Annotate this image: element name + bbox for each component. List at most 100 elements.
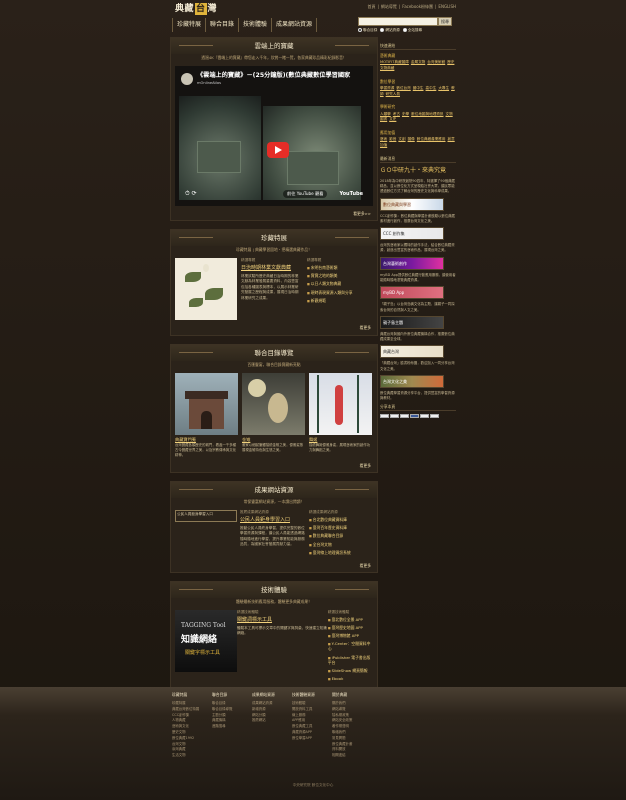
result-list-item[interactable]: 台北數位典藏資料庫 [309, 517, 351, 522]
play-icon[interactable] [267, 142, 289, 159]
catalog-item-title[interactable]: 金雉 [242, 437, 305, 443]
nav-result-resources[interactable]: 成果網站資源 [272, 18, 318, 33]
tech-list-item[interactable]: 臺北數位全景 APP [328, 617, 373, 622]
result-more-link[interactable]: 看更多 [171, 560, 377, 572]
result-list-item[interactable]: 臺灣線上地理資訊系統 [309, 550, 351, 555]
sidebar-link[interactable]: 文創 [398, 137, 405, 141]
sidebar-link[interactable]: 史學 [402, 112, 409, 116]
site-logo[interactable]: 典藏台灣 [175, 3, 217, 16]
share-icon[interactable] [380, 414, 389, 419]
footer-column-heading[interactable]: 技術體驗資源 [292, 692, 331, 697]
toplink-english[interactable]: ENGLISH [438, 4, 456, 9]
sidebar-link[interactable]: 圖像 [408, 137, 415, 141]
footer-link[interactable]: 進階搜尋 [212, 724, 251, 730]
nav-union-catalog[interactable]: 聯合目錄 [206, 18, 240, 33]
promo-banner[interactable]: CCC 創作集 [380, 227, 444, 241]
search-button[interactable]: 搜尋 [438, 17, 452, 26]
toplink-sitemap[interactable]: 網站導覽 [381, 4, 397, 9]
watch-on-youtube-button[interactable]: 前往 YouTube 觀看 [283, 190, 328, 199]
channel-avatar[interactable] [181, 73, 193, 86]
botanical-illustration-image[interactable] [175, 258, 237, 321]
catalog-item-title[interactable]: 典藏寶門蒐 [175, 437, 238, 443]
promo-banner[interactable]: 台灣藝術創作 [380, 256, 444, 270]
catalog-more-link[interactable]: 看更多 [171, 460, 377, 472]
video-title[interactable]: 《雲端上的寶藏》－(25分鐘版)(數位典藏數位學習國家 [197, 72, 373, 80]
footer-column-heading[interactable]: 關於典藏 [332, 692, 371, 697]
toplink-home[interactable]: 首頁 [368, 4, 376, 9]
radio-sites[interactable]: 網站資源 [380, 28, 400, 33]
promo-banner[interactable]: 親子島主題 [380, 315, 444, 329]
video-more-link[interactable]: 看更多>> [171, 208, 377, 220]
sidebar-link[interactable]: 大專生 [438, 86, 449, 90]
feature-item-title[interactable]: 日治時期林業文獻典藏 [241, 265, 301, 272]
sidebar-link[interactable]: 數位典藏產業應用 [417, 137, 446, 141]
plurk-icon[interactable] [430, 414, 439, 419]
tech-list-item[interactable]: Ebook [328, 676, 373, 681]
sidebar-link[interactable]: 數位地圖與地理資訊 [411, 112, 443, 116]
footer-link[interactable]: 相關連結 [332, 753, 371, 759]
footer-link[interactable]: 推薦網站 [252, 718, 291, 724]
footer-link[interactable]: 數位學習APP [292, 736, 331, 742]
feature-list-item[interactable]: 寶寶之地的類美 [307, 273, 371, 278]
radio-catalog[interactable]: 聯合目錄 [358, 28, 377, 33]
result-image-placeholder[interactable]: 公民人員鉅身學習入口 [175, 510, 237, 523]
footer-column-heading[interactable]: 聯合目錄 [212, 692, 251, 697]
email-icon[interactable] [400, 414, 409, 419]
catalog-item-title[interactable]: 舞姬 [309, 437, 372, 443]
search-input[interactable] [358, 17, 438, 26]
promo-banner[interactable]: 數位典藏與學習 [380, 197, 444, 211]
sidebar-link[interactable]: 研究人員 [386, 92, 400, 96]
radio-all[interactable]: 全站搜尋 [402, 28, 422, 33]
promo-banner[interactable]: myBD App [380, 286, 444, 300]
catalog-item: 典藏寶門蒐 台灣寶藏各類歷史的城門，看盡一千多種古今寶藏世界之美，以及宗教傳承與… [175, 372, 238, 458]
sidebar-link[interactable]: MOTIFIT典藏圖庫 [380, 60, 409, 64]
footer-column-heading[interactable]: 珍藏特展 [172, 692, 211, 697]
feature-more-link[interactable]: 看更多 [171, 322, 377, 334]
footer-link[interactable]: 生活文物 [172, 753, 211, 759]
sidebar-link[interactable]: 金屬文物 [411, 60, 425, 64]
sidebar-link[interactable]: 文史 [389, 117, 396, 121]
nav-featured-exhibits[interactable]: 珍藏特展 [173, 18, 207, 33]
tech-item-title[interactable]: 關鍵詞標示工具 [237, 617, 328, 624]
youtube-logo-icon[interactable]: YouTube [339, 191, 363, 198]
feature-list-item[interactable]: 現時表現資源入類與分享 [307, 290, 371, 295]
print-icon[interactable] [390, 414, 399, 419]
footer-column-heading[interactable]: 成果網站資源 [252, 692, 291, 697]
sidebar-link[interactable]: 台灣美術館 [427, 60, 445, 64]
pheasant-painting-image[interactable] [242, 372, 305, 435]
tagging-tool-image[interactable]: TAGGING Tool 知識網絡 關鍵字標示工具 [175, 610, 237, 673]
dancer-painting-image[interactable] [309, 372, 372, 435]
sidebar-link[interactable]: 考古 [393, 112, 400, 116]
gate-tower-image[interactable] [175, 372, 238, 435]
nav-tech-experience[interactable]: 技術體驗 [239, 18, 273, 33]
sidebar-link[interactable]: 數位台灣 [396, 86, 410, 90]
sidebar-link[interactable]: 圖書 [380, 117, 387, 121]
tech-list-item[interactable]: iPublisher 電子書出版平台 [328, 655, 373, 665]
result-list-item[interactable]: 全台灣文物 [309, 542, 351, 547]
facebook-icon[interactable] [410, 414, 419, 419]
result-list-item[interactable]: 臺灣百年歷史資料庫 [309, 525, 351, 530]
sidebar-link[interactable]: 人類學 [380, 112, 391, 116]
toplink-facebook[interactable]: Facebook粉絲團 [402, 4, 433, 9]
tech-list-item[interactable]: Y-Center：空間資料中心 [328, 641, 373, 651]
sidebar-link[interactable]: 高中生 [426, 86, 437, 90]
sidebar-link[interactable]: 藝術 [380, 137, 387, 141]
twitter-icon[interactable] [420, 414, 429, 419]
result-list-item[interactable]: 數位典藏聯合目錄 [309, 533, 351, 538]
clock-icon[interactable]: ⏱ ⟳ [185, 190, 197, 198]
sidebar-link[interactable]: 文物 [446, 112, 453, 116]
tech-list-item[interactable]: SlideShow 網頁簡報 [328, 668, 373, 673]
sidebar-link[interactable]: 影音 [389, 137, 396, 141]
sidebar-link[interactable]: 國中生 [413, 86, 424, 90]
sidebar-link[interactable]: 學習資源 [380, 86, 394, 90]
video-player[interactable]: 《雲端上的寶藏》－(25分鐘版)(數位典藏數位學習國家 mOnlineAtlas… [175, 66, 373, 207]
feature-list-item[interactable]: 宋明台南藝術類 [307, 265, 371, 270]
promo-banner[interactable]: 典藏台灣 [380, 345, 444, 359]
result-item-title[interactable]: 公民人員鉅身學習入口 [240, 517, 306, 524]
feature-list-item[interactable]: 以日人類文物典藏 [307, 281, 371, 286]
anniversary-banner[interactable]: ＧＯ中研九十・來典究竟 [380, 167, 456, 175]
tech-list-item[interactable]: 臺灣歷史地圖 APP [328, 625, 373, 630]
tech-list-item[interactable]: 臺灣博物館 APP [328, 633, 373, 638]
promo-banner[interactable]: 台灣文化之美 [380, 374, 444, 388]
feature-list-item[interactable]: 新觀規範 [307, 298, 371, 303]
